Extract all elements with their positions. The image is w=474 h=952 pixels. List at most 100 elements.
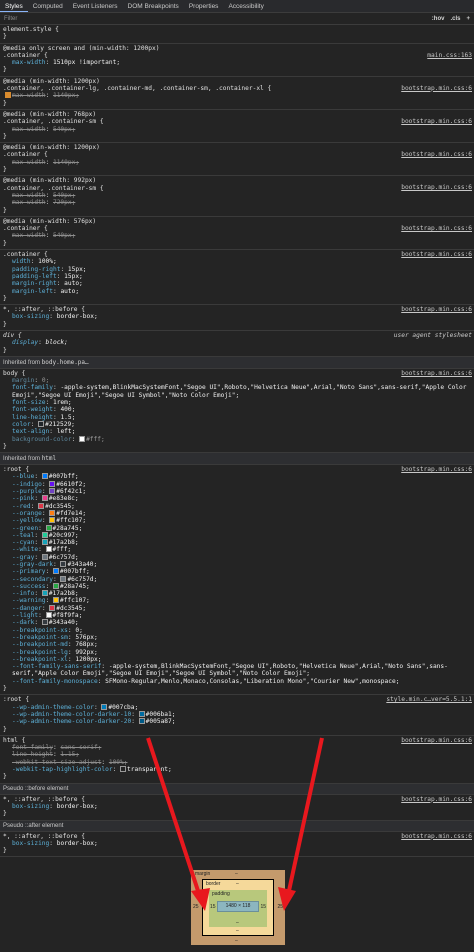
border-bottom-value[interactable]: – [236, 928, 239, 934]
source-link[interactable]: bootstrap.min.css:6 [399, 84, 472, 93]
property-name[interactable]: --breakpoint-xl [12, 656, 68, 663]
color-swatch[interactable] [41, 553, 48, 560]
property-name[interactable]: --red [12, 503, 31, 510]
source-link[interactable]: bootstrap.min.css:6 [399, 466, 472, 474]
property-name[interactable]: font-family [12, 744, 53, 751]
property-name[interactable]: --gray [12, 554, 34, 561]
declaration[interactable]: --primary: #007bff; [3, 568, 471, 575]
declaration[interactable]: font-size: 1rem; [3, 399, 471, 406]
property-value[interactable]: -apple-system,BlinkMacSystemFont,"Segoe … [12, 384, 466, 398]
property-value[interactable]: block; [46, 339, 68, 346]
property-name[interactable]: --breakpoint-xs [12, 627, 68, 634]
property-value[interactable]: #007bff; [49, 473, 79, 480]
property-value[interactable]: #f8f9fa; [53, 612, 83, 619]
declaration[interactable]: --warning: #ffc107; [3, 597, 471, 604]
declaration[interactable]: background-color: #fff; [3, 435, 471, 443]
property-value[interactable]: 1.5; [60, 414, 75, 421]
property-value[interactable]: #ffc107; [56, 517, 86, 524]
color-swatch[interactable] [41, 539, 48, 546]
declaration[interactable]: color: #212529; [3, 420, 471, 428]
source-link[interactable]: bootstrap.min.css:6 [399, 224, 472, 233]
property-value[interactable]: 1200px; [75, 656, 101, 663]
declaration[interactable]: --indigo: #6610f2; [3, 480, 471, 488]
declaration[interactable]: text-align: left; [3, 428, 471, 435]
color-swatch[interactable] [49, 604, 56, 611]
declaration[interactable]: --wp-admin-theme-color-darker-10: #006ba… [3, 710, 471, 718]
source-link[interactable]: bootstrap.min.css:6 [399, 736, 472, 745]
declaration[interactable]: --wp-admin-theme-color: #007cba; [3, 703, 471, 711]
property-value[interactable]: 100%; [38, 258, 57, 265]
tab-styles[interactable]: Styles [0, 0, 28, 12]
rule-selector[interactable]: element.style { [3, 26, 471, 33]
property-value[interactable]: 0; [75, 627, 82, 634]
tab-properties[interactable]: Properties [184, 0, 224, 12]
property-value[interactable]: sans-serif; [60, 744, 101, 751]
property-value[interactable]: 1.15; [60, 751, 79, 758]
property-name[interactable]: --wp-admin-theme-color [12, 704, 94, 711]
property-value[interactable]: 100%; [109, 759, 128, 766]
property-value[interactable]: transparent; [127, 766, 172, 773]
declaration[interactable]: --breakpoint-sm: 576px; [3, 634, 471, 641]
property-value[interactable]: 992px; [75, 649, 97, 656]
source-link[interactable]: bootstrap.min.css:6 [399, 369, 472, 378]
property-name[interactable]: background-color [12, 436, 72, 443]
declaration[interactable]: --pink: #e83e8c; [3, 495, 471, 502]
declaration[interactable]: --font-family-monospace: SFMono-Regular,… [3, 678, 471, 685]
property-name[interactable]: margin [12, 377, 34, 384]
margin-bottom-value[interactable]: – [235, 938, 238, 944]
tab-event-listeners[interactable]: Event Listeners [68, 0, 123, 12]
declaration[interactable]: --green: #28a745; [3, 524, 471, 532]
color-swatch[interactable] [138, 710, 145, 717]
property-value[interactable]: #343a40; [67, 561, 97, 568]
source-link[interactable]: bootstrap.min.css:6 [399, 832, 472, 840]
color-swatch[interactable] [101, 703, 108, 710]
source-link[interactable]: bootstrap.min.css:6 [399, 795, 472, 803]
declaration[interactable]: --yellow: #ffc107; [3, 517, 471, 524]
property-name[interactable]: -webkit-tap-highlight-color [12, 766, 113, 773]
declaration[interactable]: --breakpoint-md: 768px; [3, 641, 471, 648]
property-name[interactable]: --teal [12, 532, 34, 539]
property-name[interactable]: --font-family-monospace [12, 678, 98, 685]
property-name[interactable]: --light [12, 612, 38, 619]
declaration[interactable]: font-weight: 400; [3, 406, 471, 413]
source-link[interactable]: bootstrap.min.css:6 [399, 306, 472, 314]
declaration[interactable]: --cyan: #17a2b8; [3, 539, 471, 546]
property-value[interactable]: #6f42c1; [56, 488, 86, 495]
property-name[interactable]: --font-family-sans-serif [12, 663, 101, 670]
property-name[interactable]: --info [12, 590, 34, 597]
property-name[interactable]: --wp-admin-theme-color-darker-20 [12, 718, 131, 725]
property-name[interactable]: box-sizing [12, 313, 49, 320]
declaration[interactable]: margin: 0; [3, 377, 471, 384]
declaration[interactable]: --secondary: #6c757d; [3, 575, 471, 583]
rule-selector[interactable]: .container { [3, 52, 471, 59]
property-name[interactable]: text-align [12, 428, 49, 435]
padding-bottom-value[interactable]: – [236, 920, 239, 926]
property-value[interactable]: #007bff; [60, 568, 90, 575]
property-name[interactable]: max-width [12, 232, 46, 239]
property-value[interactable]: border-box; [57, 803, 98, 810]
property-name[interactable]: max-width [12, 199, 46, 206]
declaration[interactable]: box-sizing: border-box; [3, 803, 471, 810]
color-swatch[interactable] [41, 531, 48, 538]
filter-input[interactable]: Filter [4, 16, 17, 22]
border-top-value[interactable]: – [236, 881, 239, 887]
tab-accessibility[interactable]: Accessibility [223, 0, 268, 12]
property-name[interactable]: box-sizing [12, 840, 49, 847]
property-value[interactable]: 1rem; [53, 399, 72, 406]
source-link[interactable]: bootstrap.min.css:6 [399, 151, 472, 159]
property-name[interactable]: margin-right [12, 280, 57, 287]
property-value[interactable]: 0; [42, 377, 49, 384]
color-swatch[interactable] [52, 582, 59, 589]
property-value[interactable]: #6c757d; [67, 576, 97, 583]
color-swatch[interactable] [138, 718, 145, 725]
declaration[interactable]: margin-left: auto; [3, 288, 471, 295]
margin-right-value[interactable]: 25 [277, 904, 283, 910]
declaration[interactable]: max-width: 540px; [3, 232, 471, 239]
content-box[interactable]: 1480 × 118 [217, 901, 259, 912]
color-swatch[interactable] [49, 517, 56, 524]
property-value[interactable]: #007cba; [108, 704, 138, 711]
property-name[interactable]: padding-right [12, 266, 60, 273]
property-name[interactable]: --orange [12, 510, 42, 517]
property-value[interactable]: 400; [60, 406, 75, 413]
declaration[interactable]: --blue: #007bff; [3, 473, 471, 480]
